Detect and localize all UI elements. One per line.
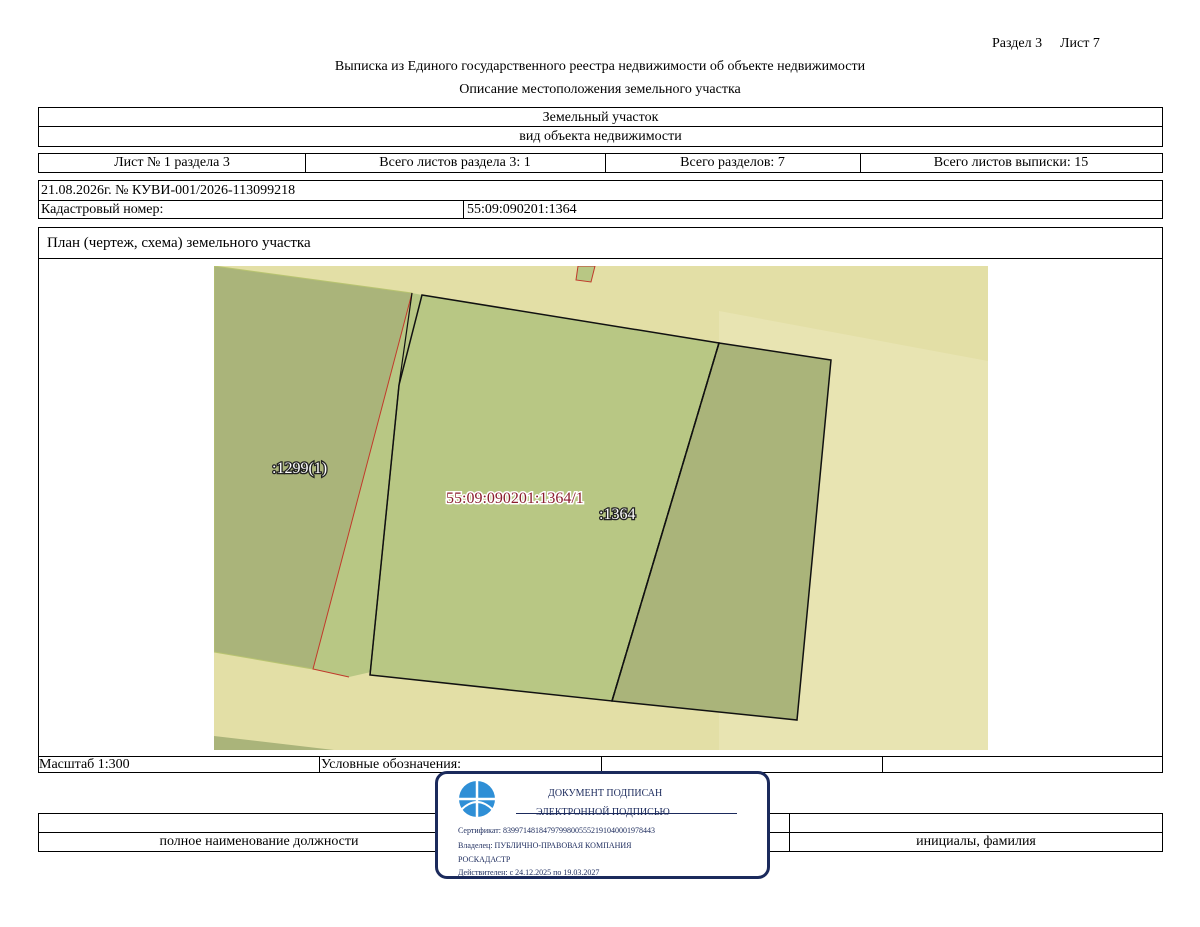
divider xyxy=(463,201,464,218)
object-type-caption: вид объекта недвижимости xyxy=(519,128,682,144)
total-sections-cell: Всего разделов: 7 xyxy=(680,155,785,170)
cadastral-label: Кадастровый номер: xyxy=(41,201,164,217)
object-type-table: Земельный участок вид объекта недвижимос… xyxy=(38,107,1163,147)
signature-owner-2: РОСКАДАСТР xyxy=(458,855,511,864)
divider xyxy=(601,757,602,772)
name-caption: инициалы, фамилия xyxy=(916,834,1036,849)
total-section-sheets-cell: Всего листов раздела 3: 1 xyxy=(379,155,531,170)
divider xyxy=(882,757,883,772)
document-title: Выписка из Единого государственного реес… xyxy=(334,59,866,74)
parcel-plan-map: :1299(1) 55:09:090201:1364/1 :1364 xyxy=(214,266,988,750)
section-number: Раздел 3 xyxy=(992,36,1043,51)
total-extract-sheets-cell: Всего листов выписки: 15 xyxy=(933,155,1089,170)
signature-line-1: ДОКУМЕНТ ПОДПИСАН xyxy=(548,788,663,799)
signature-validity: Действителен: с 24.12.2025 по 19.03.2027 xyxy=(458,868,600,877)
sheets-row: Лист № 1 раздела 3 Всего листов раздела … xyxy=(38,153,1163,173)
part-label: 55:09:090201:1364/1 xyxy=(446,490,584,507)
divider xyxy=(39,258,1162,259)
sheet-no-cell: Лист № 1 раздела 3 xyxy=(114,155,230,170)
signature-owner: Владелец: ПУБЛИЧНО-ПРАВОВАЯ КОМПАНИЯ xyxy=(458,841,632,850)
signature-certificate: Сертификат: 8399714818479799800555219104… xyxy=(458,826,655,835)
document-subtitle: Описание местоположения земельного участ… xyxy=(459,82,741,97)
divider xyxy=(319,757,320,772)
blue-circle-emblem-icon xyxy=(459,781,495,817)
sheet-number: Лист 7 xyxy=(1060,36,1100,51)
document-info-table: 21.08.2026г. № КУВИ-001/2026-113099218 К… xyxy=(38,180,1163,219)
plan-heading: План (чертеж, схема) земельного участка xyxy=(47,234,311,251)
electronic-signature-stamp: ДОКУМЕНТ ПОДПИСАН ЭЛЕКТРОННОЙ ПОДПИСЬЮ С… xyxy=(435,771,770,879)
neighbor-label: :1299(1) xyxy=(272,460,327,477)
cadastral-value: 55:09:090201:1364 xyxy=(467,201,577,217)
parcel-label: :1364 xyxy=(599,506,635,523)
legend-label: Условные обозначения: xyxy=(321,756,462,772)
position-caption: полное наименование должности xyxy=(159,834,359,849)
date-number: 21.08.2026г. № КУВИ-001/2026-113099218 xyxy=(41,182,296,198)
object-type-value: Земельный участок xyxy=(542,109,659,125)
scale-label: Масштаб 1:300 xyxy=(39,756,130,772)
stamp-divider xyxy=(516,813,737,814)
